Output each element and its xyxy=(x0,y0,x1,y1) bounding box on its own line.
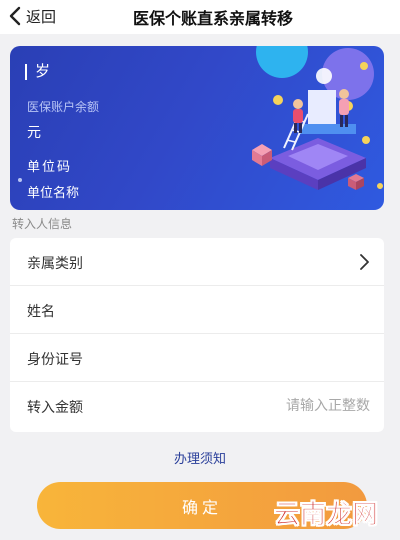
page-title: 医保个账直系亲属转移 xyxy=(132,9,293,28)
notice-link[interactable]: 办理须知 xyxy=(0,448,400,467)
finance-illustration-icon xyxy=(252,46,383,190)
id-number-field[interactable]: 身份证号 xyxy=(10,334,384,382)
id-number-label: 身份证号 xyxy=(27,352,83,368)
navigation-bar: 返回 医保个账直系亲属转移 xyxy=(0,0,400,34)
section-label: 转入人信息 xyxy=(12,217,73,231)
age-marker xyxy=(25,64,27,80)
amount-label: 转入金额 xyxy=(27,400,83,416)
chevron-right-icon xyxy=(358,253,370,275)
amount-field: 转入金额 xyxy=(10,382,384,430)
relation-type-selector[interactable]: 亲属类别 xyxy=(10,238,384,286)
unit-code-label: 单位码 xyxy=(27,160,73,175)
balance-label: 医保账户余额 xyxy=(27,100,100,114)
transfer-form: 亲属类别 姓名 身份证号 转入金额 xyxy=(10,238,384,432)
name-label: 姓名 xyxy=(27,304,55,320)
account-card: 岁 医保账户余额 元 单位码 单位名称 xyxy=(10,46,384,210)
decor-dot xyxy=(18,178,22,182)
name-field[interactable]: 姓名 xyxy=(10,286,384,334)
age-label: 岁 xyxy=(35,62,51,80)
unit-name-label: 单位名称 xyxy=(27,186,80,201)
watermark-logo: 云南龙网 xyxy=(273,499,379,530)
balance-value: 元 xyxy=(27,125,41,141)
amount-input[interactable] xyxy=(220,394,370,418)
relation-type-label: 亲属类别 xyxy=(27,256,83,272)
